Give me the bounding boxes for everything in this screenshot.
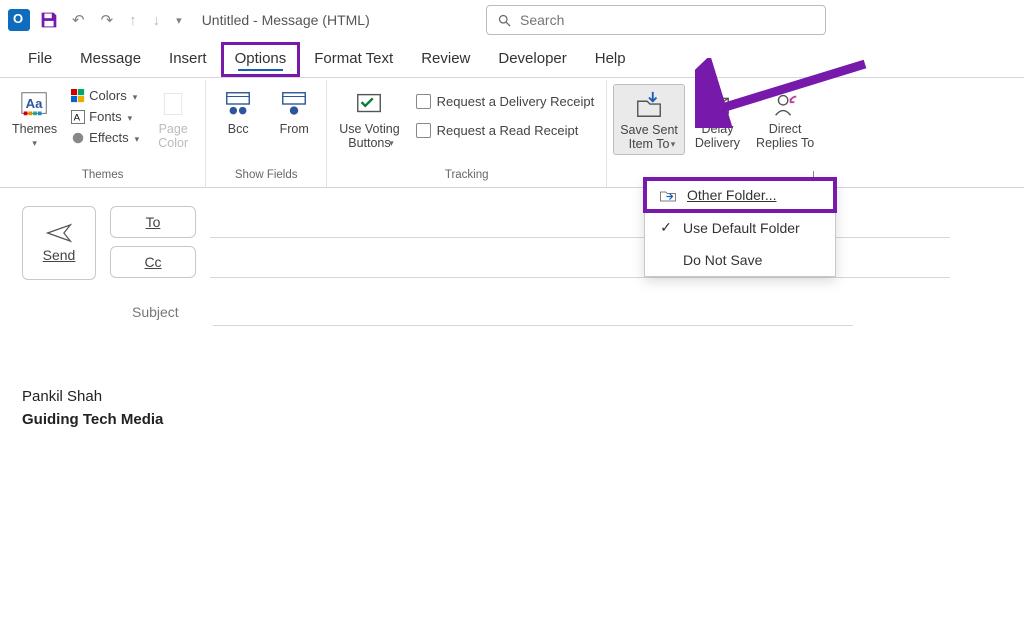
themes-label: Themes — [12, 122, 57, 136]
save-sent-dropdown: Other Folder... ✓ Use Default Folder Do … — [644, 178, 836, 277]
group-label-tracking: Tracking — [333, 165, 600, 187]
outlook-icon — [8, 9, 30, 31]
search-box[interactable] — [486, 5, 826, 35]
tab-message[interactable]: Message — [66, 42, 155, 77]
read-receipt-checkbox[interactable]: Request a Read Receipt — [410, 119, 601, 142]
group-show-fields: Bcc From Show Fields — [206, 80, 327, 187]
menu-use-default-folder[interactable]: ✓ Use Default Folder — [645, 211, 835, 244]
to-input[interactable] — [210, 206, 950, 238]
subject-label: Subject — [132, 304, 179, 320]
save-sent-item-to-button[interactable]: Save Sent Item To ▾ — [613, 84, 685, 155]
message-body[interactable]: Pankil Shah Guiding Tech Media — [22, 386, 1002, 431]
svg-text:Aa: Aa — [25, 96, 42, 111]
annotation-arrow — [695, 58, 875, 128]
fonts-button[interactable]: A Fonts — [67, 107, 143, 126]
menu-other-folder[interactable]: Other Folder... — [645, 179, 835, 211]
signature-name: Pankil Shah — [22, 386, 1002, 409]
search-input[interactable] — [520, 12, 815, 28]
group-tracking: Use Voting Buttons ▾ Request a Delivery … — [327, 80, 607, 187]
send-button[interactable]: Send — [22, 206, 96, 280]
prev-item-button: ↑ — [125, 12, 141, 29]
colors-button[interactable]: Colors — [67, 86, 143, 105]
tab-options[interactable]: Options — [221, 42, 301, 77]
group-label-themes: Themes — [6, 165, 199, 187]
tab-help[interactable]: Help — [581, 42, 640, 77]
title-bar: ↶ ↷ ↑ ↓ ▾ Untitled - Message (HTML) — [0, 0, 1024, 40]
page-color-button: Page Color — [147, 84, 199, 154]
group-label-showfields: Show Fields — [212, 165, 320, 187]
tab-developer[interactable]: Developer — [484, 42, 580, 77]
save-icon[interactable] — [38, 9, 60, 31]
signature-org: Guiding Tech Media — [22, 409, 1002, 432]
search-icon — [497, 13, 512, 28]
checkbox-icon — [416, 123, 431, 138]
from-button[interactable]: From — [268, 84, 320, 140]
checkbox-icon — [416, 94, 431, 109]
group-themes: Aa Themes ▾ Colors A Fonts Effects — [0, 80, 206, 187]
check-icon: ✓ — [659, 219, 673, 236]
themes-button[interactable]: Aa Themes ▾ — [6, 84, 63, 153]
next-item-button: ↓ — [149, 12, 165, 29]
bcc-button[interactable]: Bcc — [212, 84, 264, 140]
send-icon — [46, 223, 72, 243]
svg-text:A: A — [74, 112, 81, 123]
window-title: Untitled - Message (HTML) — [202, 12, 370, 28]
qat-overflow[interactable]: ▾ — [172, 14, 186, 27]
delivery-receipt-checkbox[interactable]: Request a Delivery Receipt — [410, 90, 601, 113]
folder-arrow-icon — [659, 187, 677, 203]
cc-input[interactable] — [210, 246, 950, 278]
undo-button[interactable]: ↶ — [68, 11, 89, 29]
tab-file[interactable]: File — [14, 42, 66, 77]
tab-review[interactable]: Review — [407, 42, 484, 77]
effects-button[interactable]: Effects — [67, 128, 143, 147]
subject-input[interactable] — [213, 298, 853, 326]
tab-format-text[interactable]: Format Text — [300, 42, 407, 77]
menu-do-not-save[interactable]: Do Not Save — [645, 244, 835, 276]
compose-area: Send To Cc Subject Pankil Shah Guiding T… — [0, 188, 1024, 449]
to-button[interactable]: To — [110, 206, 196, 238]
cc-button[interactable]: Cc — [110, 246, 196, 278]
tab-insert[interactable]: Insert — [155, 42, 221, 77]
redo-button[interactable]: ↷ — [97, 11, 118, 29]
use-voting-buttons[interactable]: Use Voting Buttons ▾ — [333, 84, 405, 153]
